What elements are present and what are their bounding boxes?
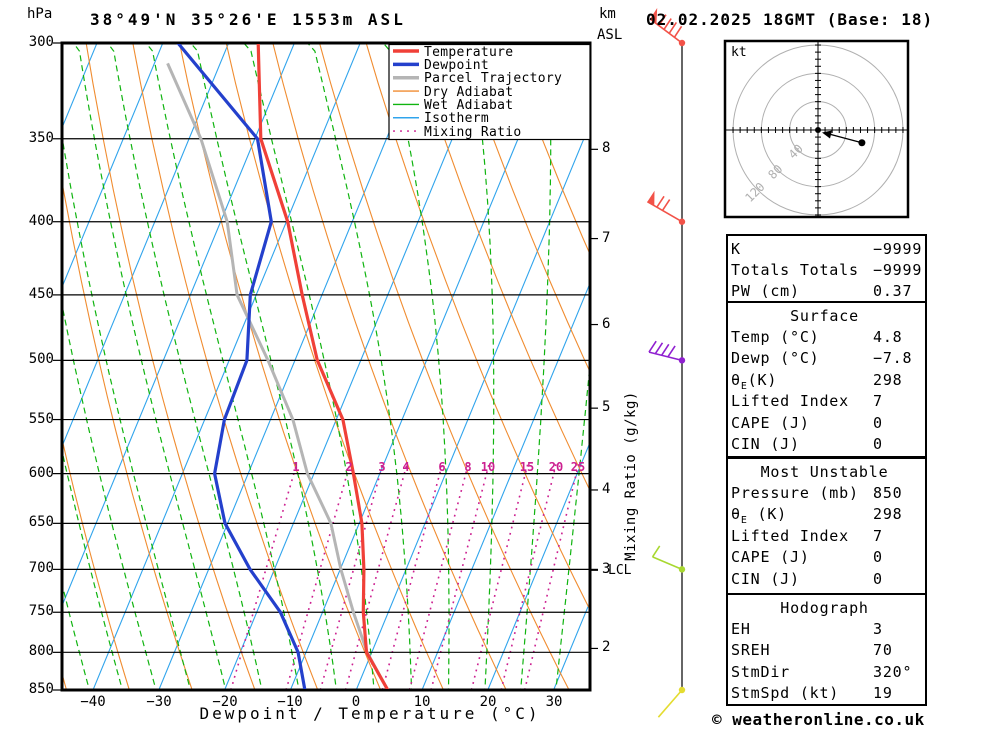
km-tick-label: 4 [602, 481, 611, 497]
pressure-tick-label: 800 [28, 643, 54, 659]
table-row-value: 3 [873, 620, 883, 638]
table-row-label: SREH [731, 641, 771, 659]
table-row-label: Temp (°C) [731, 328, 820, 346]
table-row-label: PW (cm) [731, 282, 800, 300]
dewpoint-curve [176, 44, 307, 689]
table-row-value: 19 [873, 684, 893, 702]
table-row-label: Totals Totals [731, 261, 859, 279]
mixing-ratio-value-label: 1 [292, 460, 300, 474]
wind-barb-400 [646, 190, 686, 225]
mixing-ratio-value-label: 15 [519, 460, 535, 474]
temp-tick-label: 10 [413, 694, 431, 710]
wind-barb-850 [657, 686, 686, 718]
table-row-value: 298 [873, 371, 903, 389]
km-tick-label: 6 [602, 316, 611, 332]
table-row-label: CIN (J) [731, 435, 800, 453]
pressure-unit-label: hPa [27, 6, 53, 22]
mixing-ratio-value-label: 10 [480, 460, 496, 474]
wind-barb-700 [651, 545, 686, 573]
table-row-value: 0.37 [873, 282, 913, 300]
hodograph: 4080120 [723, 39, 910, 219]
table-row-label: StmDir [731, 663, 790, 681]
table-row-value: 298 [873, 505, 903, 523]
table-row-label: θE(K) [731, 371, 778, 392]
mixing-ratio-value-label: 2 [345, 460, 353, 474]
table-row-label: StmSpd (kt) [731, 684, 840, 702]
table-section-header: Most Unstable [760, 463, 889, 481]
skewt-sounding-page: 40 80 120 hPa 38°49'N 35°26'E 1553m ASL 02… [0, 0, 1000, 733]
pressure-tick-label: 600 [28, 465, 54, 481]
table-row-label: Pressure (mb) [731, 484, 859, 502]
pressure-tick-label: 450 [28, 286, 54, 302]
table-row-value: 850 [873, 484, 903, 502]
lcl-label: LCL [608, 563, 632, 578]
pressure-tick-label: 400 [28, 213, 54, 229]
temp-tick-label: 30 [545, 694, 563, 710]
temp-tick-label: −40 [80, 694, 106, 710]
km-tick-label: 7 [602, 230, 611, 246]
table-row-value: 7 [873, 527, 883, 545]
table-row-value: 4.8 [873, 328, 903, 346]
table-row-value: 7 [873, 392, 883, 410]
pressure-tick-label: 700 [28, 560, 54, 576]
km-tick-label: 8 [602, 140, 611, 156]
mixing-ratio-value-label: 4 [402, 460, 410, 474]
parcel-curve [166, 62, 389, 689]
temp-tick-label: −20 [212, 694, 238, 710]
table-row-label: CAPE (J) [731, 414, 810, 432]
pressure-tick-label: 850 [28, 681, 54, 697]
pressure-tick-label: 750 [28, 603, 54, 619]
table-row-value: −7.8 [873, 349, 913, 367]
mixing-ratio-axis-title: Mixing Ratio (g/kg) [623, 391, 639, 561]
table-row-label: θE (K) [731, 505, 787, 526]
table-row-value: −9999 [873, 261, 923, 279]
km-tick-label: 5 [602, 399, 611, 415]
temperature-curve [256, 44, 390, 689]
table-row-value: 0 [873, 570, 883, 588]
mixing-ratio-value-label: 20 [548, 460, 564, 474]
table-row-label: Lifted Index [731, 392, 849, 410]
table-row-value: −9999 [873, 240, 923, 258]
table-row-value: 320° [873, 663, 913, 681]
table-row-value: 0 [873, 435, 883, 453]
chart-title: 38°49'N 35°26'E 1553m ASL [90, 10, 406, 29]
table-section-header: Surface [790, 307, 859, 325]
temp-tick-label: 20 [479, 694, 497, 710]
table-row-value: 0 [873, 414, 883, 432]
pressure-tick-label: 350 [28, 130, 54, 146]
temp-tick-label: 0 [351, 694, 361, 710]
table-row-value: 70 [873, 641, 893, 659]
legend-item-mixing_ratio: Mixing Ratio [424, 124, 522, 140]
table-row-label: EH [731, 620, 751, 638]
table-row-label: Dewp (°C) [731, 349, 820, 367]
mixing-ratio-value-label: 3 [378, 460, 386, 474]
asl-unit-label: ASL [597, 27, 623, 43]
wind-barb-500 [648, 340, 686, 364]
table-row-label: Lifted Index [731, 527, 849, 545]
copyright-footer: © weatheronline.co.uk [712, 710, 925, 729]
temp-tick-label: −30 [146, 694, 172, 710]
table-row-label: CIN (J) [731, 570, 800, 588]
pressure-tick-label: 300 [28, 34, 54, 50]
hodograph-unit-label: kt [731, 45, 747, 60]
pressure-tick-label: 650 [28, 514, 54, 530]
temp-tick-label: −10 [277, 694, 303, 710]
table-section-header: Hodograph [780, 599, 869, 617]
km-unit-label: km [599, 6, 616, 22]
mixing-ratio-value-label: 6 [438, 460, 446, 474]
valid-time-label: 02.02.2025 18GMT (Base: 18) [646, 10, 934, 29]
mixing-ratio-value-label: 25 [570, 460, 586, 474]
table-row-label: K [731, 240, 741, 258]
pressure-tick-label: 550 [28, 411, 54, 427]
pressure-tick-label: 500 [28, 351, 54, 367]
table-row-label: CAPE (J) [731, 548, 810, 566]
table-row-value: 0 [873, 548, 883, 566]
km-tick-label: 3 [602, 561, 611, 577]
km-tick-label: 2 [602, 639, 611, 655]
